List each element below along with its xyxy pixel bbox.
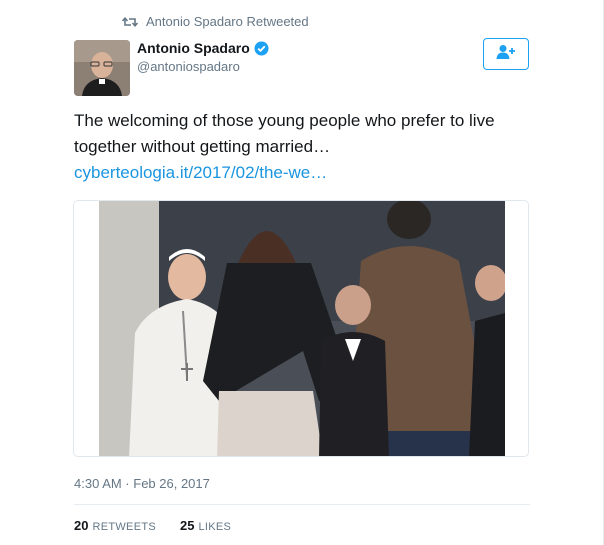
tweet-text: The welcoming of those young people who … [74,108,534,186]
author-block: Antonio Spadaro @antoniospadaro [137,40,269,74]
verified-badge-icon [254,41,269,56]
retweet-context-label: Antonio Spadaro Retweeted [146,14,309,29]
tweet-body: The welcoming of those young people who … [74,111,495,156]
tweet-photo[interactable] [99,201,505,457]
retweets-label: RETWEETS [92,521,156,533]
avatar[interactable] [74,40,130,96]
tweet-detail: Antonio Spadaro Retweeted Antonio Spadar… [0,0,604,545]
follow-user-icon [496,44,516,65]
retweet-icon [121,15,139,29]
handle[interactable]: @antoniospadaro [137,59,269,74]
tweet-timestamp[interactable]: 4:30 AM · Feb 26, 2017 [74,476,210,491]
tweet-stats: 20 RETWEETS 25 LIKES [74,518,231,533]
likes-stat[interactable]: 25 LIKES [180,518,231,533]
divider [74,504,530,505]
media-card[interactable] [73,200,529,457]
likes-count: 25 [179,518,195,533]
follow-button[interactable] [483,38,529,70]
retweets-count: 20 [74,518,89,533]
likes-label: LIKES [198,521,232,533]
display-name[interactable]: Antonio Spadaro [137,40,250,56]
tweet-link[interactable]: cyberteologia.it/2017/02/the-we… [74,163,327,182]
retweets-stat[interactable]: 20 RETWEETS [74,518,156,533]
retweet-context[interactable]: Antonio Spadaro Retweeted [121,14,309,29]
